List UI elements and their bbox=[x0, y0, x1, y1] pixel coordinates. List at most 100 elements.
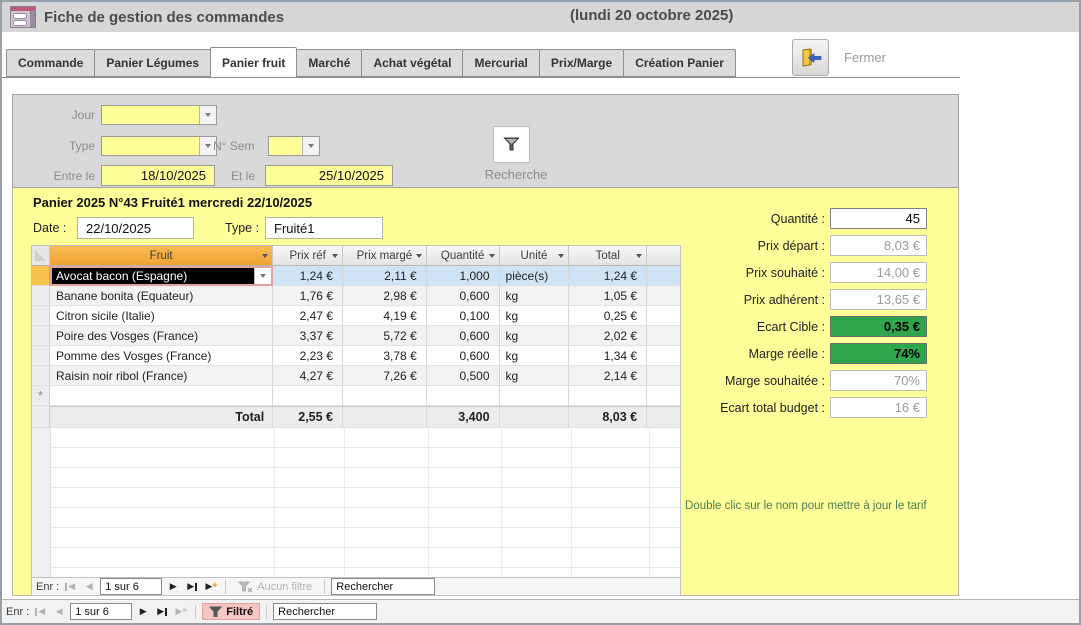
cell-empty[interactable] bbox=[427, 386, 500, 406]
cell-unite[interactable]: kg bbox=[500, 326, 570, 346]
panier-type-input[interactable] bbox=[265, 217, 383, 239]
tab-mercurial[interactable]: Mercurial bbox=[462, 49, 539, 77]
column-header-label: Unité bbox=[521, 250, 548, 262]
column-filter-arrow-icon[interactable] bbox=[416, 254, 422, 258]
record-position-box[interactable]: 1 sur 6 bbox=[100, 578, 162, 595]
next-record-button[interactable]: ▶ bbox=[135, 605, 151, 619]
tab-panier-l-gumes[interactable]: Panier Légumes bbox=[94, 49, 211, 77]
cell-quantite[interactable]: 0,600 bbox=[427, 346, 500, 366]
record-selector[interactable] bbox=[32, 366, 50, 386]
record-search-input[interactable] bbox=[273, 603, 377, 620]
first-record-button[interactable]: ◀ bbox=[62, 580, 78, 594]
previous-record-button[interactable]: ◀ bbox=[51, 605, 67, 619]
cell-prix-ref[interactable]: 1,76 € bbox=[273, 286, 343, 306]
cell-prix-marge[interactable]: 3,78 € bbox=[343, 346, 427, 366]
record-selector bbox=[32, 406, 50, 428]
tab-cr-ation-panier[interactable]: Création Panier bbox=[623, 49, 736, 77]
cell-unite[interactable]: kg bbox=[500, 346, 570, 366]
column-header-unit[interactable]: Unité bbox=[500, 246, 570, 266]
jour-combobox[interactable] bbox=[101, 105, 217, 125]
cell-prix-ref[interactable]: 2,47 € bbox=[273, 306, 343, 326]
panier-date-input[interactable] bbox=[77, 217, 194, 239]
cell-prix-ref[interactable]: 4,27 € bbox=[273, 366, 343, 386]
cell-prix-marge[interactable]: 2,11 € bbox=[343, 266, 427, 286]
cell-unite[interactable]: kg bbox=[500, 306, 570, 326]
form-icon bbox=[10, 6, 36, 28]
type-label: Type bbox=[13, 139, 95, 153]
cell-prix-marge[interactable]: 5,72 € bbox=[343, 326, 427, 346]
cell-prix-ref[interactable]: 3,37 € bbox=[273, 326, 343, 346]
filter-toggle-button[interactable]: Filtré bbox=[202, 603, 260, 620]
cell-fruit-editing[interactable]: Avocat bacon (Espagne) bbox=[50, 266, 273, 286]
tab-achat-v-g-tal[interactable]: Achat végétal bbox=[361, 49, 463, 77]
fruit-combo-button[interactable] bbox=[254, 268, 271, 284]
previous-record-button[interactable]: ◀ bbox=[81, 580, 97, 594]
new-record-row[interactable]: * bbox=[32, 386, 680, 406]
cell-empty[interactable] bbox=[50, 386, 273, 406]
type-combobox[interactable] bbox=[101, 136, 217, 156]
column-header-label: Quantité bbox=[441, 250, 484, 262]
datasheet-corner-cell[interactable] bbox=[32, 246, 50, 266]
cell-quantite[interactable]: 0,100 bbox=[427, 306, 500, 326]
new-record-button[interactable]: ▶* bbox=[173, 605, 189, 619]
cell-fruit[interactable]: Citron sicile (Italie) bbox=[50, 306, 273, 326]
total-prix-ref: 2,55 € bbox=[273, 406, 343, 428]
next-record-button[interactable]: ▶ bbox=[165, 580, 181, 594]
tab-prix-marge[interactable]: Prix/Marge bbox=[539, 49, 624, 77]
column-header-prix-r-f[interactable]: Prix réf bbox=[273, 246, 343, 266]
chevron-down-icon[interactable] bbox=[199, 106, 216, 124]
cell-unite[interactable]: kg bbox=[500, 366, 570, 386]
last-record-button[interactable]: ▶ bbox=[154, 605, 170, 619]
cell-fruit[interactable]: Poire des Vosges (France) bbox=[50, 326, 273, 346]
column-filter-arrow-icon[interactable] bbox=[489, 254, 495, 258]
cell-quantite[interactable]: 1,000 bbox=[427, 266, 500, 286]
column-header-fruit[interactable]: Fruit bbox=[50, 246, 273, 266]
date-to-input[interactable] bbox=[265, 165, 393, 186]
first-record-button[interactable]: ◀ bbox=[32, 605, 48, 619]
cell-unite[interactable]: kg bbox=[500, 286, 570, 306]
column-header-quantit[interactable]: Quantité bbox=[427, 246, 500, 266]
record-search-input[interactable] bbox=[331, 578, 435, 595]
tab-panier-fruit[interactable]: Panier fruit bbox=[210, 47, 297, 78]
record-selector[interactable] bbox=[32, 346, 50, 366]
new-record-selector[interactable]: * bbox=[32, 386, 50, 406]
column-header-prix-marg[interactable]: Prix margé bbox=[343, 246, 427, 266]
cell-prix-marge[interactable]: 7,26 € bbox=[343, 366, 427, 386]
cell-fruit[interactable]: Pomme des Vosges (France) bbox=[50, 346, 273, 366]
cell-prix-ref[interactable]: 2,23 € bbox=[273, 346, 343, 366]
nsem-combobox[interactable] bbox=[268, 136, 320, 156]
cell-quantite[interactable]: 0,500 bbox=[427, 366, 500, 386]
record-position-box[interactable]: 1 sur 6 bbox=[70, 603, 132, 620]
cell-quantite[interactable]: 0,600 bbox=[427, 286, 500, 306]
record-nav-label: Enr : bbox=[36, 581, 59, 593]
last-record-button[interactable]: ▶ bbox=[184, 580, 200, 594]
column-filter-arrow-icon[interactable] bbox=[558, 254, 564, 258]
new-record-button[interactable]: ▶* bbox=[203, 580, 219, 594]
cell-empty[interactable] bbox=[273, 386, 343, 406]
column-filter-arrow-icon[interactable] bbox=[262, 254, 268, 258]
tab-march[interactable]: Marché bbox=[296, 49, 362, 77]
exit-door-icon bbox=[799, 48, 823, 68]
date-from-input[interactable] bbox=[101, 165, 215, 186]
record-selector[interactable] bbox=[32, 306, 50, 326]
cell-unite[interactable]: pièce(s) bbox=[500, 266, 570, 286]
cell-prix-ref[interactable]: 1,24 € bbox=[273, 266, 343, 286]
column-filter-arrow-icon[interactable] bbox=[332, 254, 338, 258]
stat-value-quantit[interactable]: 45 bbox=[830, 208, 927, 229]
cell-fruit[interactable]: Banane bonita (Equateur) bbox=[50, 286, 273, 306]
close-button[interactable] bbox=[792, 39, 829, 76]
current-record-selector[interactable] bbox=[32, 266, 50, 286]
cell-prix-marge[interactable]: 4,19 € bbox=[343, 306, 427, 326]
search-filter-button[interactable] bbox=[493, 126, 530, 163]
record-selector[interactable] bbox=[32, 286, 50, 306]
cell-prix-marge[interactable]: 2,98 € bbox=[343, 286, 427, 306]
cell-quantite[interactable]: 0,600 bbox=[427, 326, 500, 346]
stat-row-prix-souhait: Prix souhaité :14,00 € bbox=[609, 262, 927, 283]
cell-empty[interactable] bbox=[343, 386, 427, 406]
record-selector[interactable] bbox=[32, 326, 50, 346]
cell-fruit[interactable]: Raisin noir ribol (France) bbox=[50, 366, 273, 386]
chevron-down-icon[interactable] bbox=[302, 137, 319, 155]
cell-empty[interactable] bbox=[500, 386, 570, 406]
filter-toggle-button[interactable]: Aucun filtre bbox=[232, 578, 318, 595]
tab-commande[interactable]: Commande bbox=[6, 49, 95, 77]
